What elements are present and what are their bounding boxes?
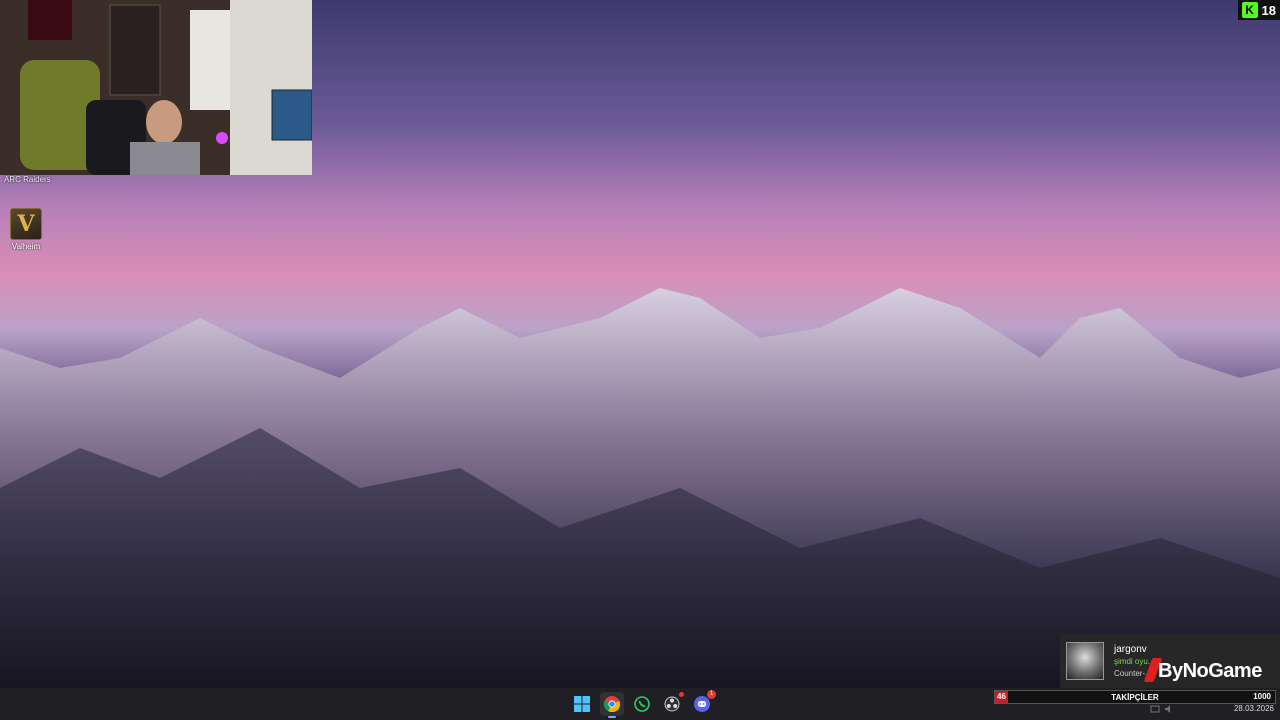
start-button[interactable] xyxy=(570,692,594,716)
obs-badge xyxy=(679,692,684,697)
valheim-icon: V xyxy=(10,208,42,240)
chrome-icon xyxy=(604,696,620,712)
kick-logo-icon: K xyxy=(1241,2,1258,18)
notification-status: şimdi oyu... xyxy=(1114,657,1155,666)
taskbar-apps: 1 xyxy=(570,690,716,718)
taskbar-chrome[interactable] xyxy=(600,692,624,718)
mountain-landscape xyxy=(0,288,1280,688)
system-tray xyxy=(1150,704,1174,714)
desktop-shortcut-label: Valheim xyxy=(11,242,41,251)
follower-goal-label: TAKİPÇİLER xyxy=(1111,693,1159,702)
notification-username: jargonv xyxy=(1114,644,1147,655)
volume-icon[interactable] xyxy=(1164,704,1174,714)
network-icon[interactable] xyxy=(1150,704,1160,714)
obs-icon xyxy=(664,696,680,712)
kick-viewer-badge: K 18 xyxy=(1237,0,1280,20)
webcam-overlay xyxy=(0,0,312,175)
follower-goal-bar: 46 TAKİPÇİLER 1000 xyxy=(994,690,1276,704)
discord-badge: 1 xyxy=(707,690,716,699)
taskbar-obs[interactable] xyxy=(660,692,684,716)
taskbar-whatsapp[interactable] xyxy=(630,692,654,716)
avatar xyxy=(1066,642,1104,680)
taskbar-discord[interactable]: 1 xyxy=(690,690,716,716)
viewer-count: 18 xyxy=(1261,2,1276,18)
windows-start-icon xyxy=(574,696,590,712)
follower-notification: jargonv şimdi oyu... Counter-... ByNoGam… xyxy=(1060,634,1280,688)
taskbar-date[interactable]: 28.03.2026 xyxy=(1234,704,1274,713)
follower-goal-target: 1000 xyxy=(1253,692,1271,701)
desktop-shortcut-valheim[interactable]: V Valheim xyxy=(6,208,46,251)
webcam-caption: ARC Raiders xyxy=(4,175,51,184)
whatsapp-icon xyxy=(634,696,650,712)
bynogame-brand: ByNoGame xyxy=(1158,660,1262,682)
discord-icon xyxy=(694,696,710,712)
